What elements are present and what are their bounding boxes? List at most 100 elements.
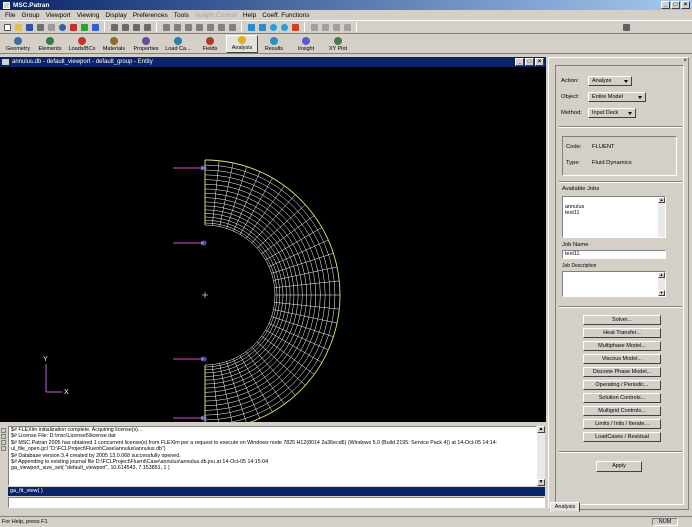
show-labels-icon[interactable] — [309, 22, 319, 32]
rotate-z-icon[interactable] — [120, 22, 130, 32]
panel-close-icon[interactable]: × — [683, 58, 687, 64]
menu-file[interactable]: File — [2, 12, 18, 19]
refresh-icon[interactable] — [90, 22, 100, 32]
print-icon[interactable] — [35, 22, 45, 32]
object-dropdown[interactable]: Entire Model — [588, 92, 646, 102]
scroll-up-arrow-icon[interactable]: ▲ — [537, 426, 545, 433]
app-tab-elements[interactable]: Elements — [34, 35, 66, 53]
app-tab-load-cases[interactable]: Load Ca... — [162, 35, 194, 53]
discrete-phase-model-button[interactable]: Discrete Phase Model... — [583, 367, 661, 377]
limits-inits-iterate-button[interactable]: Limits / Inits / Iterate... — [583, 419, 661, 429]
viscous-model-button[interactable]: Viscous Model... — [583, 354, 661, 364]
job-list-item[interactable]: test11 — [563, 210, 665, 216]
minimize-button[interactable]: _ — [661, 1, 670, 9]
save-icon[interactable] — [24, 22, 34, 32]
command-history-selected[interactable]: ga_fit_view( ) — [8, 487, 545, 496]
num-lock-indicator: NUM — [652, 518, 678, 526]
mesh-arc-line — [204, 224, 276, 366]
undo-icon[interactable] — [57, 22, 67, 32]
available-jobs-list[interactable]: annulus test11 ▲ — [562, 196, 666, 238]
maximize-button[interactable]: □ — [671, 1, 680, 9]
menu-coeff-functions[interactable]: Coeff. Functions — [259, 12, 312, 19]
viewport-minimize-button[interactable]: _ — [515, 58, 524, 66]
menu-display[interactable]: Display — [102, 12, 129, 19]
app-tab-insight[interactable]: Insight — [290, 35, 322, 53]
zoom-in-icon[interactable] — [205, 22, 215, 32]
history-button[interactable] — [1, 428, 6, 433]
viewport-close-button[interactable]: × — [535, 58, 544, 66]
open-file-icon[interactable] — [13, 22, 23, 32]
scroll-up-arrow-icon[interactable]: ▲ — [658, 272, 665, 278]
job-description-label: Job Description — [562, 263, 597, 269]
scroll-down-arrow-icon[interactable]: ▼ — [537, 479, 545, 486]
abort-icon[interactable] — [68, 22, 78, 32]
menu-group[interactable]: Group — [18, 12, 42, 19]
fit-view-icon[interactable] — [194, 22, 204, 32]
pan-icon[interactable] — [131, 22, 141, 32]
history-button[interactable] — [1, 446, 6, 451]
loadcases-residual-button[interactable]: LoadCases / Residual — [583, 432, 661, 442]
job-name-input[interactable]: test11 — [562, 250, 666, 259]
zoom-out-icon[interactable] — [216, 22, 226, 32]
menu-help[interactable]: Help — [240, 12, 259, 19]
app-tab-analysis[interactable]: Analysis — [226, 35, 258, 53]
method-dropdown[interactable]: Input Deck — [588, 108, 636, 118]
view-side-icon[interactable] — [183, 22, 193, 32]
wireframe-icon[interactable] — [246, 22, 256, 32]
history-window[interactable]: $# FLEXlm initialization complete. Acqui… — [8, 426, 537, 486]
reset-graphics-icon[interactable] — [79, 22, 89, 32]
app-tab-results[interactable]: Results — [258, 35, 290, 53]
app-tab-fields[interactable]: Fields — [194, 35, 226, 53]
history-scrollbar[interactable]: ▲ ▼ — [537, 426, 545, 486]
menu-preferences[interactable]: Preferences — [130, 12, 171, 19]
hidden-line-icon[interactable] — [257, 22, 267, 32]
show-all-icon[interactable] — [342, 22, 352, 32]
iso-view-icon[interactable] — [227, 22, 237, 32]
scroll-up-arrow-icon[interactable]: ▲ — [658, 197, 665, 203]
rotate-xy-icon[interactable] — [109, 22, 119, 32]
app-tab-properties[interactable]: Properties — [130, 35, 162, 53]
plot-erase-icon[interactable] — [331, 22, 341, 32]
app-tab-geometry[interactable]: Geometry — [2, 35, 34, 53]
menu-tools[interactable]: Tools — [171, 12, 192, 19]
app-tab-materials[interactable]: Materials — [98, 35, 130, 53]
solver-button[interactable]: Solver... — [583, 315, 661, 325]
new-file-icon[interactable] — [2, 22, 12, 32]
menu-bar: File Group Viewport Viewing Display Pref… — [0, 10, 692, 20]
description-scrollbar[interactable]: ▲ ▼ — [658, 272, 665, 296]
zoom-icon[interactable] — [142, 22, 152, 32]
node-size-icon[interactable] — [290, 22, 300, 32]
viewport-restore-button[interactable]: □ — [525, 58, 534, 66]
multigrid-controls-button[interactable]: Multigrid Controls... — [583, 406, 661, 416]
shaded-icon[interactable] — [268, 22, 278, 32]
multiphase-model-button[interactable]: Multiphase Model... — [583, 341, 661, 351]
apply-button[interactable]: Apply — [596, 461, 642, 472]
view-front-icon[interactable] — [161, 22, 171, 32]
command-input[interactable] — [8, 497, 545, 508]
copy-icon[interactable] — [46, 22, 56, 32]
analysis-icon — [238, 36, 246, 44]
history-button[interactable] — [1, 440, 6, 445]
app-tab-xy-plot[interactable]: XY Plot — [322, 35, 354, 53]
app-tab-loads-bcs[interactable]: Loads/BCs — [66, 35, 98, 53]
view-top-icon[interactable] — [172, 22, 182, 32]
action-dropdown[interactable]: Analyze — [588, 76, 632, 86]
scroll-down-arrow-icon[interactable]: ▼ — [658, 290, 665, 296]
history-button[interactable] — [1, 434, 6, 439]
code-field: Code: FLUENT — [563, 141, 676, 153]
graphics-viewport[interactable]: YX — [0, 67, 546, 422]
menu-viewport[interactable]: Viewport — [43, 12, 74, 19]
close-button[interactable]: × — [681, 1, 690, 9]
operating-periodic-button[interactable]: Operating / Periodic... — [583, 380, 661, 390]
hide-labels-icon[interactable] — [320, 22, 330, 32]
jobs-scrollbar[interactable]: ▲ — [658, 197, 665, 237]
heat-transfer-button[interactable]: Heat Transfer... — [583, 328, 661, 338]
smooth-shaded-icon[interactable] — [279, 22, 289, 32]
help-icon[interactable] — [621, 22, 631, 32]
insight-icon — [302, 37, 310, 45]
analysis-panel-tab[interactable]: Analysis — [550, 502, 580, 512]
mesh-arc-line — [204, 216, 284, 374]
job-description-input[interactable]: ▲ ▼ — [562, 271, 666, 297]
menu-viewing[interactable]: Viewing — [74, 12, 103, 19]
solution-controls-button[interactable]: Solution Controls... — [583, 393, 661, 403]
